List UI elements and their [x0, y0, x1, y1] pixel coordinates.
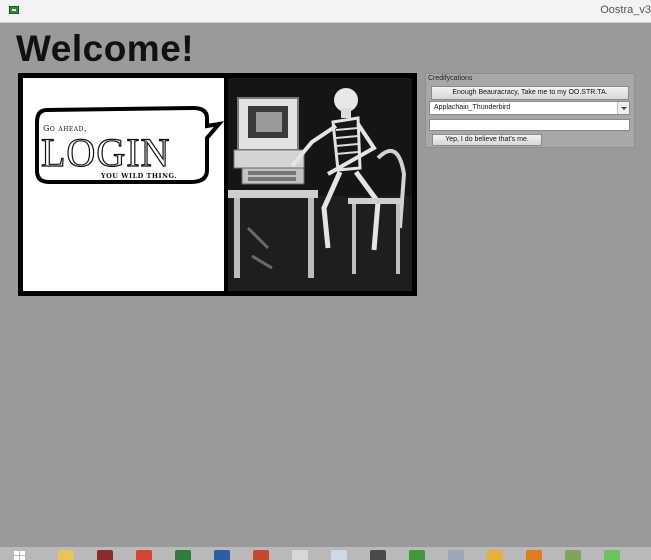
comic-wild-thing: YOU WILD THING. — [101, 172, 178, 180]
green-app-icon[interactable] — [409, 550, 425, 560]
window-title: Oostra_v3 — [600, 4, 651, 16]
app-icon[interactable] — [9, 6, 19, 14]
media-app-icon[interactable] — [97, 550, 113, 560]
speech-bubble-icon — [35, 105, 225, 184]
notepad-icon[interactable] — [565, 550, 581, 560]
paint-icon[interactable] — [292, 550, 308, 560]
oostra-app-icon[interactable] — [604, 550, 620, 560]
file-explorer-icon[interactable] — [58, 550, 74, 560]
taskbar — [0, 547, 651, 560]
network-icon[interactable] — [448, 550, 464, 560]
login-illustration: Go ahead, LOGIN YOU WILD THING. — [18, 73, 417, 296]
chevron-down-icon[interactable] — [617, 102, 629, 114]
start-icon[interactable] — [14, 551, 26, 560]
word-icon[interactable] — [214, 550, 230, 560]
enter-app-button[interactable]: Enough Beauracracy, Take me to my OO.STR… — [431, 86, 629, 100]
orange-app-icon[interactable] — [526, 550, 542, 560]
p-app-icon[interactable] — [370, 550, 386, 560]
user-select-value: Applachain_Thunderbird — [434, 104, 511, 111]
skeleton-computer-photo — [228, 78, 412, 291]
comic-panel: Go ahead, LOGIN YOU WILD THING. — [23, 78, 225, 291]
confirm-login-button[interactable]: Yep, I do believe that's me. — [432, 134, 542, 146]
comic-login: LOGIN — [40, 129, 171, 175]
virtualbox-icon[interactable] — [331, 550, 347, 560]
folder-icon[interactable] — [487, 550, 503, 560]
powerpoint-icon[interactable] — [253, 550, 269, 560]
window-titlebar: Oostra_v3 — [0, 0, 651, 23]
credentials-panel: Credifycations Enough Beauracracy, Take … — [425, 73, 635, 148]
credentials-legend: Credifycations — [428, 75, 473, 82]
excel-icon[interactable] — [175, 550, 191, 560]
chrome-icon[interactable] — [136, 550, 152, 560]
password-field[interactable] — [429, 119, 630, 131]
user-select[interactable]: Applachain_Thunderbird — [429, 101, 630, 115]
welcome-heading: Welcome! — [16, 28, 195, 69]
